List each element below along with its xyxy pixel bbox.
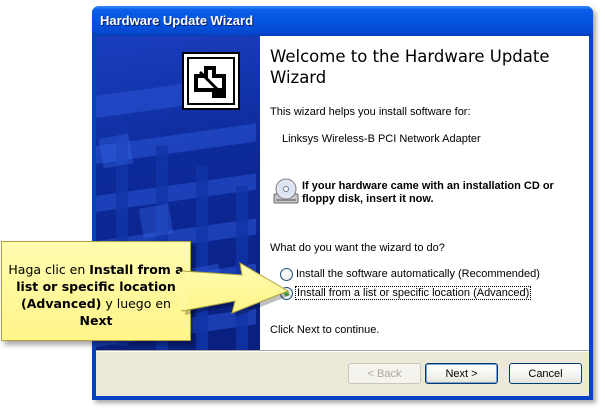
cd-prompt-text: If your hardware came with an installati…: [302, 180, 554, 205]
window-title: Hardware Update Wizard: [100, 13, 254, 28]
back-button[interactable]: < Back: [348, 363, 421, 384]
callout-button: Next: [79, 313, 113, 328]
hardware-card-icon: [182, 52, 240, 110]
callout-text: Haga clic en Install from a list or spec…: [8, 261, 184, 329]
next-button[interactable]: Next >: [425, 363, 498, 384]
wizard-question: What do you want the wizard to do?: [270, 242, 445, 254]
continue-text: Click Next to continue.: [270, 324, 380, 336]
device-name: Linksys Wireless-B PCI Network Adapter: [282, 133, 481, 145]
instruction-callout: Haga clic en Install from a list or spec…: [1, 241, 191, 341]
page-title: Welcome to the Hardware Update Wizard: [270, 47, 550, 87]
intro-text: This wizard helps you install software f…: [270, 106, 471, 118]
arrow-right-icon: [180, 262, 291, 317]
wizard-content: Welcome to the Hardware Update Wizard Th…: [260, 36, 589, 350]
option-label[interactable]: Install the software automatically (Reco…: [296, 268, 540, 280]
cancel-button[interactable]: Cancel: [509, 363, 582, 384]
cd-drive-icon: [272, 178, 300, 206]
callout-middle: y luego en: [101, 296, 171, 311]
option-label[interactable]: Install from a list or specific location…: [295, 286, 532, 300]
title-bar[interactable]: Hardware Update Wizard: [92, 6, 593, 36]
callout-prefix: Haga clic en: [8, 262, 90, 277]
button-separator: [96, 350, 589, 352]
wizard-client-area: Welcome to the Hardware Update Wizard Th…: [96, 36, 589, 396]
